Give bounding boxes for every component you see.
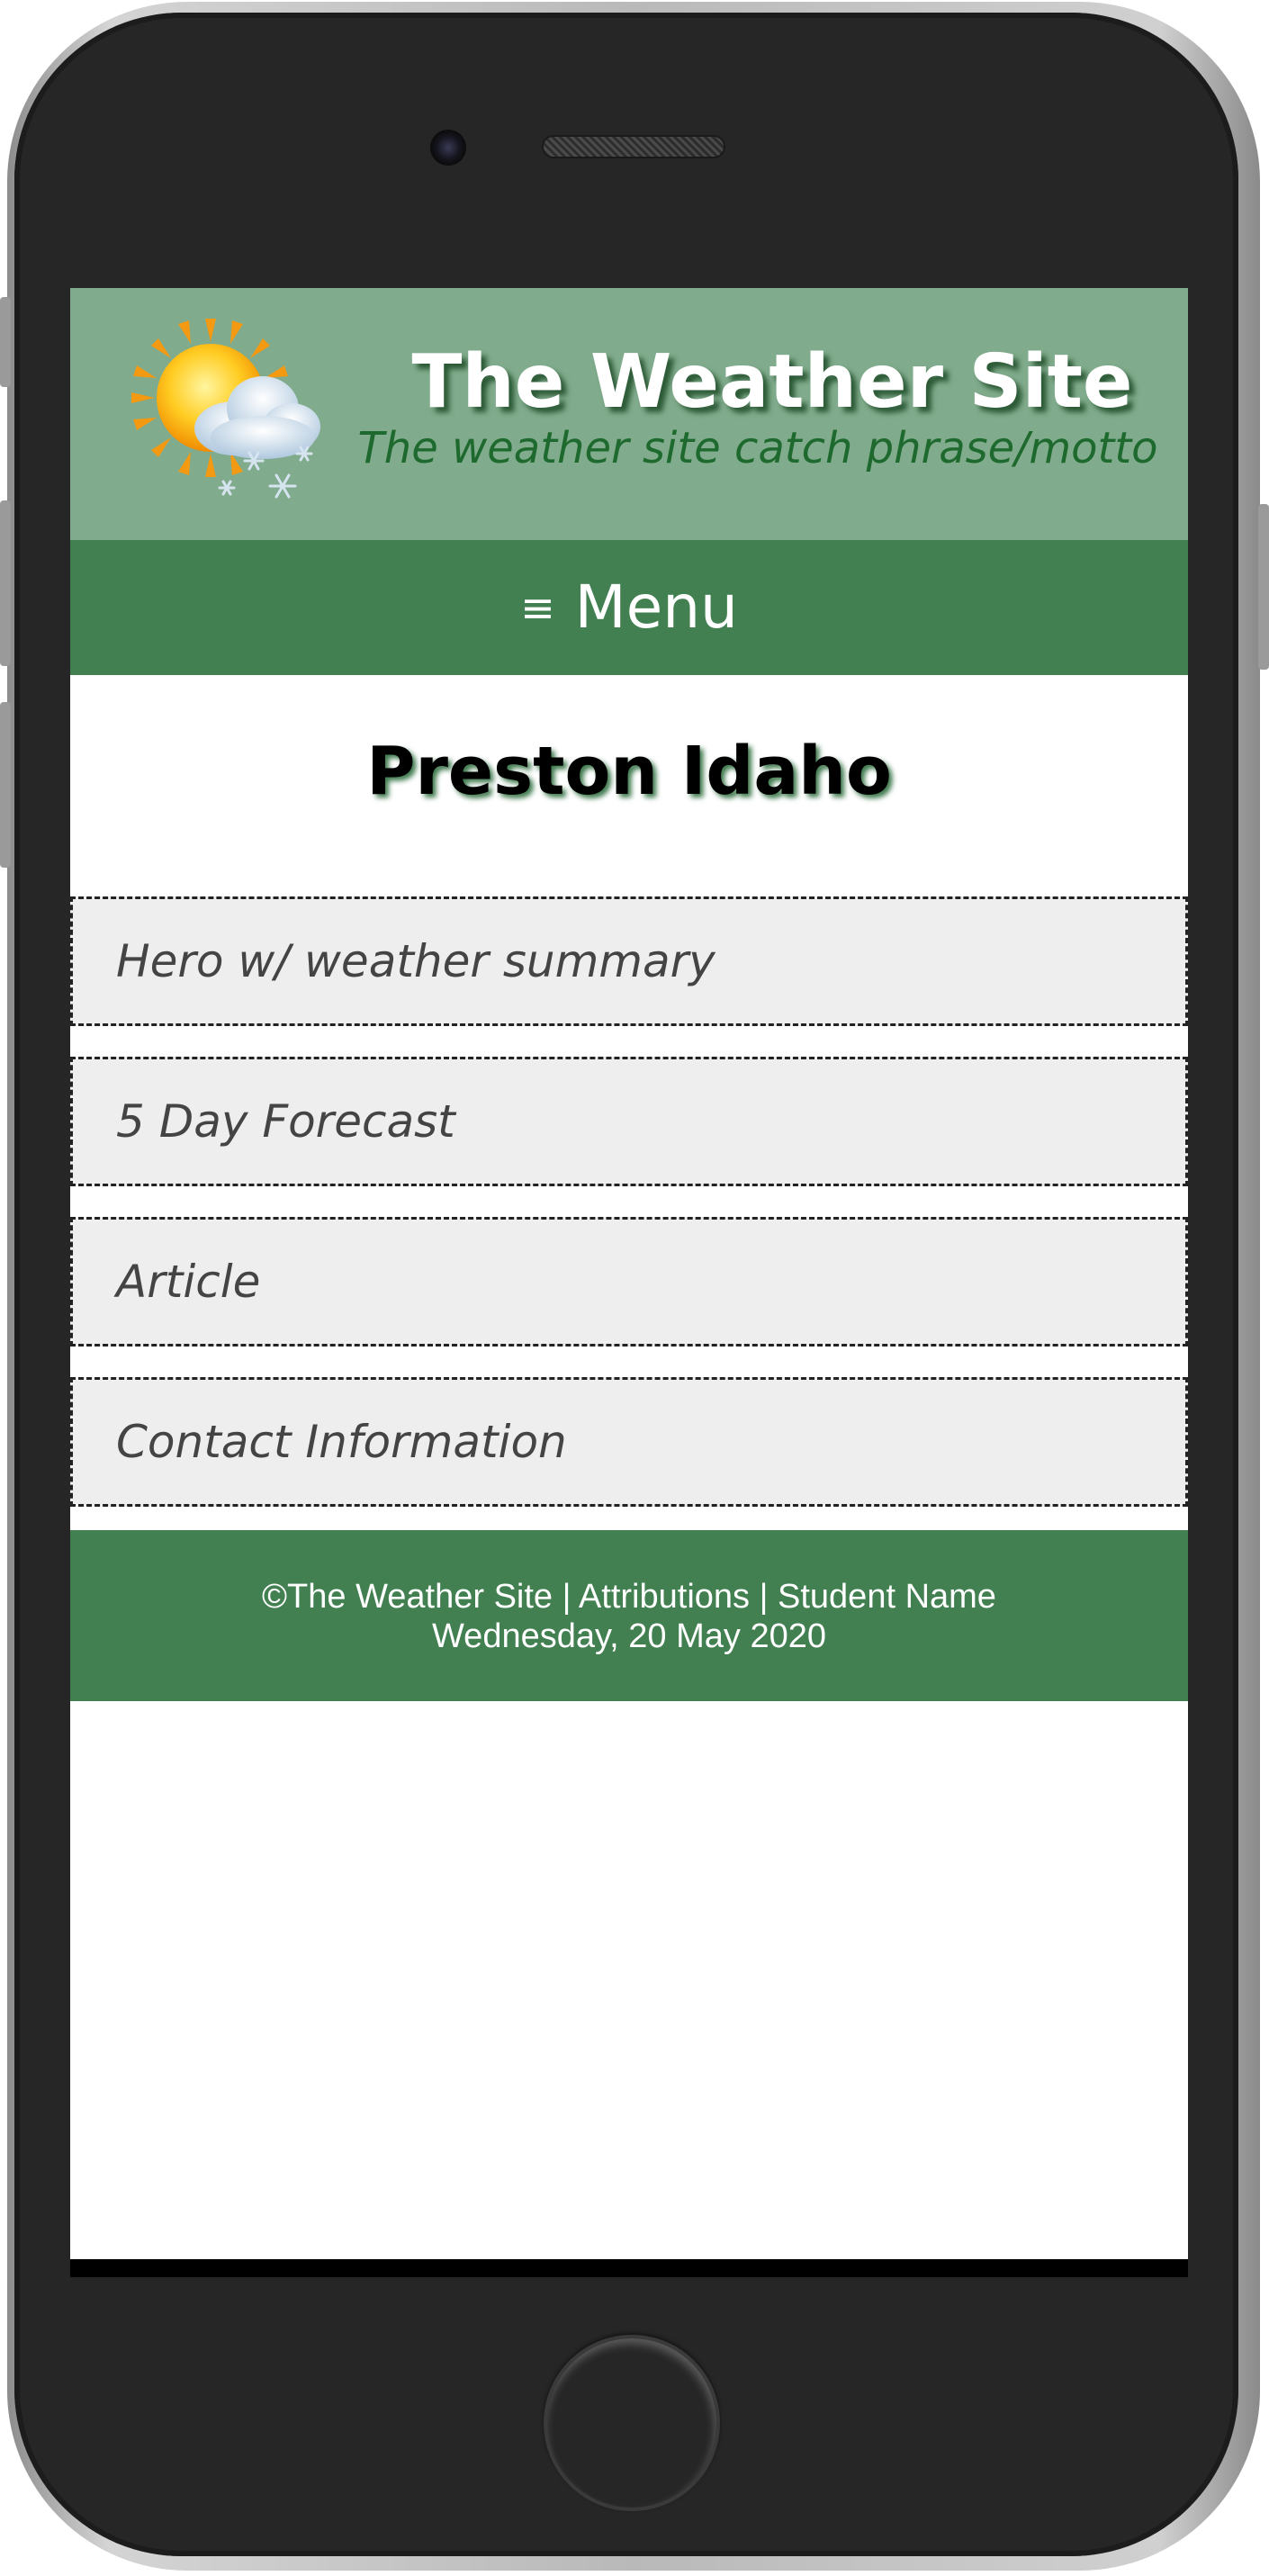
home-button[interactable] <box>544 2335 720 2511</box>
camera-icon <box>430 130 466 166</box>
footer-date: Wednesday, 20 May 2020 <box>432 1617 826 1655</box>
side-button-mute <box>0 297 11 387</box>
section-label: Hero w/ weather summary <box>116 935 716 987</box>
site-footer: ©The Weather Site | Attributions | Stude… <box>70 1530 1188 1701</box>
hamburger-icon: ≡ <box>520 583 555 632</box>
screen: The Weather Site The weather site catch … <box>70 288 1188 2261</box>
site-header: The Weather Site The weather site catch … <box>70 288 1188 540</box>
side-button-volume-down <box>0 702 11 868</box>
section-hero: Hero w/ weather summary <box>70 896 1188 1026</box>
page-title: Preston Idaho <box>366 733 892 810</box>
section-label: Article <box>116 1256 261 1308</box>
site-title: The Weather Site <box>411 339 1133 425</box>
section-forecast: 5 Day Forecast <box>70 1057 1188 1186</box>
menu-button[interactable]: ≡ Menu <box>70 540 1188 675</box>
menu-label: Menu <box>574 572 738 642</box>
section-label: Contact Information <box>116 1416 567 1468</box>
section-article: Article <box>70 1217 1188 1347</box>
sun-cloud-snow-icon <box>131 319 320 499</box>
site-motto: The weather site catch phrase/motto <box>357 423 1158 473</box>
section-contact: Contact Information <box>70 1377 1188 1507</box>
side-button-power <box>1258 504 1269 670</box>
speaker-grille <box>544 137 724 157</box>
footer-copyright: ©The Weather Site | Attributions | Stude… <box>262 1578 996 1616</box>
screen-bottom-bar <box>70 2259 1188 2277</box>
side-button-volume-up <box>0 500 11 666</box>
section-label: 5 Day Forecast <box>116 1095 455 1148</box>
